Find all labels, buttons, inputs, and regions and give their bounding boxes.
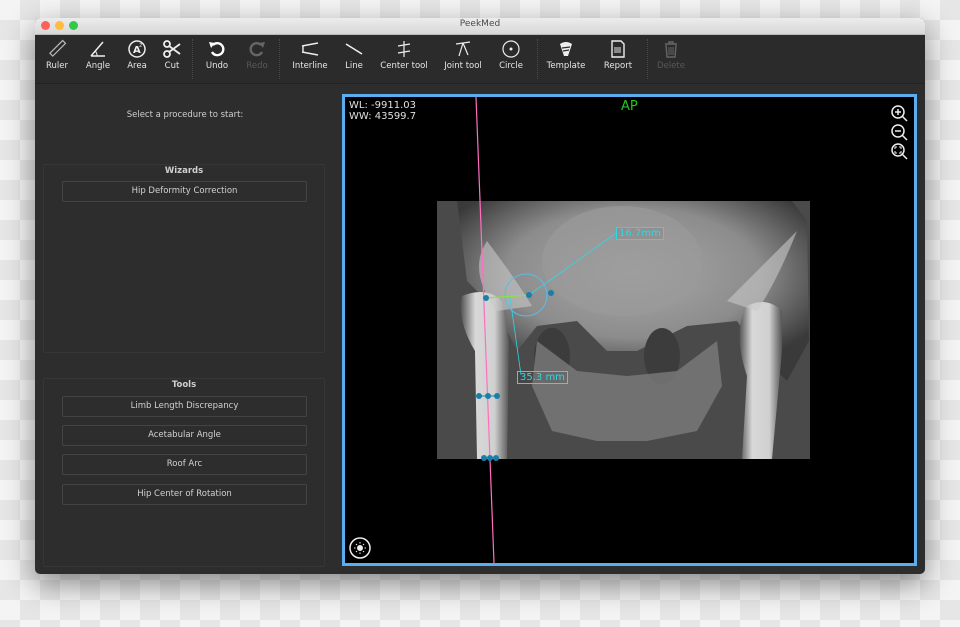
circle-button[interactable]: Circle <box>497 39 525 71</box>
area-button[interactable]: A2 Area <box>125 39 149 71</box>
offset-line <box>485 294 530 299</box>
ruler-label: Ruler <box>46 61 68 71</box>
toolbar-separator <box>192 39 193 79</box>
center-tool-icon <box>397 41 411 57</box>
zoom-fit-icon[interactable] <box>890 142 910 160</box>
measurement-overlay <box>475 97 616 563</box>
window-level-readout: WL: -9911.03 WW: 43599.7 <box>349 100 416 122</box>
report-icon <box>611 40 625 58</box>
center-tool-label: Center tool <box>380 61 428 71</box>
control-point[interactable] <box>548 290 554 296</box>
tools-group: Tools Limb Length Discrepancy Acetabular… <box>43 378 325 567</box>
control-point[interactable] <box>476 393 482 399</box>
leader-line-16-7 <box>528 233 616 296</box>
limb-length-discrepancy-button[interactable]: Limb Length Discrepancy <box>62 396 307 417</box>
template-label: Template <box>546 61 586 71</box>
report-button[interactable]: Report <box>601 39 635 71</box>
control-point[interactable] <box>485 393 491 399</box>
orientation-label: AP <box>621 99 638 114</box>
redo-button[interactable]: Redo <box>243 39 271 71</box>
control-point[interactable] <box>494 393 500 399</box>
acetabular-angle-button[interactable]: Acetabular Angle <box>62 425 307 446</box>
joint-tool-button[interactable]: Joint tool <box>442 39 484 71</box>
undo-button[interactable]: Undo <box>203 39 231 71</box>
toolbar-separator <box>279 39 280 79</box>
redo-icon <box>249 42 265 57</box>
angle-button[interactable]: Angle <box>85 39 111 71</box>
area-label: Area <box>127 61 147 71</box>
svg-text:2: 2 <box>139 43 142 49</box>
line-icon <box>345 43 363 55</box>
redo-label: Redo <box>246 61 268 71</box>
ww-value: WW: 43599.7 <box>349 111 417 122</box>
zoom-in-icon[interactable] <box>890 104 910 122</box>
line-button[interactable]: Line <box>341 39 367 71</box>
control-point[interactable] <box>483 295 489 301</box>
interline-button[interactable]: Interline <box>291 39 329 71</box>
line-label: Line <box>345 61 363 71</box>
measurement-label[interactable]: 35.3 mm <box>517 371 568 384</box>
wizards-title: Wizards <box>156 166 212 176</box>
angle-icon <box>90 41 105 57</box>
interline-icon <box>301 42 319 56</box>
hip-center-of-rotation-button[interactable]: Hip Center of Rotation <box>62 484 307 505</box>
ruler-icon <box>49 39 67 57</box>
scissors-icon <box>163 40 181 58</box>
template-icon <box>560 42 572 56</box>
measurement-label[interactable]: 16.7mm <box>616 227 664 240</box>
joint-tool-icon <box>455 41 471 57</box>
brightness-icon[interactable] <box>349 537 371 559</box>
leader-line-35-3 <box>509 296 522 376</box>
trash-icon <box>665 41 677 58</box>
title-bar: PeekMed <box>35 18 925 35</box>
wizards-group: Wizards Hip Deformity Correction <box>43 164 325 353</box>
circle-label: Circle <box>499 61 523 71</box>
control-point[interactable] <box>493 455 499 461</box>
control-point[interactable] <box>487 455 493 461</box>
toolbar: Ruler Angle A2 Area Cut Undo Redo Interl… <box>35 35 925 84</box>
image-viewer[interactable]: 16.7mm 35.3 mm WL: -9911.03 WW: 43599.7 … <box>342 94 917 566</box>
femoral-axis-line[interactable] <box>475 97 495 563</box>
delete-button[interactable]: Delete <box>655 39 687 71</box>
area-icon: A2 <box>128 40 146 58</box>
undo-label: Undo <box>205 61 229 71</box>
joint-tool-label: Joint tool <box>444 61 482 71</box>
control-point[interactable] <box>526 292 532 298</box>
hip-deformity-correction-button[interactable]: Hip Deformity Correction <box>62 181 307 202</box>
center-tool-button[interactable]: Center tool <box>380 39 428 71</box>
toolbar-separator <box>647 39 648 79</box>
report-label: Report <box>603 61 633 71</box>
toolbar-separator <box>537 39 538 79</box>
template-button[interactable]: Template <box>545 39 587 71</box>
angle-label: Angle <box>85 61 111 71</box>
circle-icon <box>502 40 520 58</box>
wl-value: WL: -9911.03 <box>349 100 416 111</box>
interline-label: Interline <box>292 61 328 71</box>
control-point[interactable] <box>481 455 487 461</box>
zoom-out-icon[interactable] <box>890 123 910 141</box>
cut-label: Cut <box>164 61 180 71</box>
delete-label: Delete <box>657 61 685 71</box>
procedure-panel: Select a procedure to start: Wizards Hip… <box>35 84 335 574</box>
app-window: PeekMed Ruler Angle A2 Area Cut Undo Red… <box>35 18 925 574</box>
ruler-button[interactable]: Ruler <box>44 39 70 71</box>
roof-arc-button[interactable]: Roof Arc <box>62 454 307 475</box>
undo-icon <box>209 42 225 57</box>
tools-title: Tools <box>163 380 205 390</box>
cut-button[interactable]: Cut <box>161 39 183 71</box>
procedure-prompt: Select a procedure to start: <box>126 110 244 120</box>
window-title: PeekMed <box>459 19 501 29</box>
